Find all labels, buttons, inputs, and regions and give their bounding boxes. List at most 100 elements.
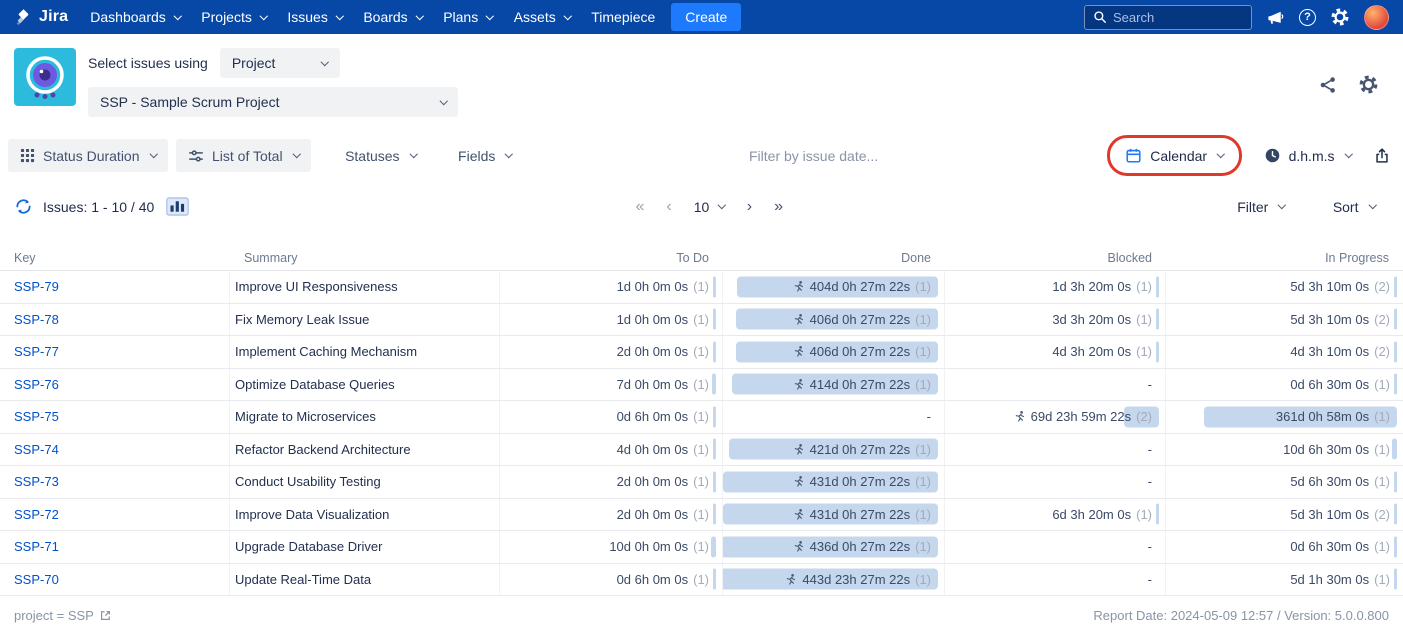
nav-projects[interactable]: Projects [201, 9, 268, 25]
nav-dashboards[interactable]: Dashboards [90, 9, 182, 25]
duration-cell-blocked: - [945, 466, 1166, 498]
issue-key-link[interactable]: SSP-70 [14, 572, 59, 587]
status-count: (1) [915, 279, 931, 295]
duration-value: 2d 0h 0m 0s (1) [616, 474, 709, 490]
filter-button[interactable]: Filter [1229, 190, 1293, 223]
table-row: SSP-77 Implement Caching Mechanism 2d 0h 0… [0, 336, 1403, 369]
sort-button[interactable]: Sort [1325, 190, 1383, 223]
issue-key-link[interactable]: SSP-73 [14, 474, 59, 489]
settings-icon[interactable] [1330, 7, 1350, 27]
search-box[interactable] [1084, 4, 1252, 30]
create-button[interactable]: Create [671, 3, 742, 31]
nav-assets[interactable]: Assets [514, 9, 572, 25]
issue-key-link[interactable]: SSP-78 [14, 312, 59, 327]
issue-key-link[interactable]: SSP-77 [14, 344, 59, 359]
duration-cell-done: 406d 0h 27m 22s (1) [723, 336, 945, 368]
time-format-button[interactable]: d.h.m.s [1256, 139, 1359, 172]
issue-date-filter[interactable]: Filter by issue date... [520, 148, 1107, 164]
duration-cell-in_progress: 5d 3h 10m 0s (2) [1166, 271, 1403, 303]
status-count: (1) [1136, 506, 1152, 522]
last-page-button[interactable]: » [774, 198, 783, 215]
next-page-button[interactable]: › [747, 198, 752, 215]
first-page-button[interactable]: « [635, 198, 644, 215]
fields-button[interactable]: Fields [450, 139, 520, 172]
jql-query-link[interactable]: project = SSP [14, 608, 112, 623]
calendar-button[interactable]: Calendar [1117, 139, 1231, 172]
page-size-select[interactable]: 10 [694, 199, 726, 215]
toolbar: Status Duration List of Total Statuses F… [0, 133, 1403, 178]
issue-key-link[interactable]: SSP-76 [14, 377, 59, 392]
brand-text: Jira [39, 8, 69, 25]
status-count: (1) [693, 279, 709, 295]
chevron-down-icon [335, 11, 344, 20]
share-icon[interactable] [1318, 74, 1338, 95]
duration-value: 2d 0h 0m 0s (1) [616, 506, 709, 522]
column-header-key: Key [14, 250, 36, 265]
chevron-down-icon [409, 150, 418, 158]
annotation-red-circle: Calendar [1107, 135, 1242, 176]
issue-key-link[interactable]: SSP-72 [14, 507, 59, 522]
search-input[interactable] [1113, 9, 1243, 25]
duration-cell-blocked: - [945, 368, 1166, 400]
app-header: Select issues using Project SSP - Sample… [0, 34, 1403, 133]
running-status-icon [794, 443, 803, 455]
chevron-down-icon [439, 96, 448, 105]
issues-count-label: Issues: 1 - 10 / 40 [43, 198, 155, 215]
nav-timepiece[interactable]: Timepiece [591, 9, 655, 25]
clock-icon [1264, 147, 1281, 164]
issue-summary: Update Real-Time Data [230, 563, 500, 595]
status-count: (2) [1374, 311, 1390, 327]
issue-source-select[interactable]: Project [219, 48, 340, 78]
nav-boards[interactable]: Boards [363, 9, 424, 25]
duration-value: 414d 0h 27m 22s (1) [792, 377, 944, 392]
duration-cell-blocked: 3d 3h 20m 0s (1) [945, 303, 1166, 335]
chart-view-icon[interactable] [166, 197, 189, 216]
statuses-button[interactable]: Statuses [337, 139, 424, 172]
nav-plans[interactable]: Plans [443, 9, 494, 25]
issue-key-link[interactable]: SSP-71 [14, 539, 59, 554]
nav-issues[interactable]: Issues [287, 9, 344, 25]
duration-value: 443d 23h 27m 22s (1) [784, 572, 944, 587]
duration-value: 421d 0h 27m 22s (1) [792, 442, 944, 457]
status-count: (1) [915, 344, 931, 360]
refresh-icon[interactable] [14, 197, 33, 216]
project-select[interactable]: SSP - Sample Scrum Project [88, 87, 458, 117]
table-body: SSP-79 Improve UI Responsiveness 1d 0h 0m … [0, 271, 1403, 596]
jira-logo[interactable]: Jira [14, 8, 68, 27]
running-status-icon [794, 476, 803, 487]
duration-value: 1d 0h 0m 0s (1) [616, 311, 709, 327]
running-status-icon [794, 508, 803, 520]
issue-key-link[interactable]: SSP-74 [14, 442, 59, 457]
duration-cell-done: 414d 0h 27m 22s (1) [723, 368, 945, 400]
page-settings-gear-icon[interactable] [1358, 74, 1379, 95]
chevron-down-icon [486, 11, 494, 20]
table-row: SSP-70 Update Real-Time Data 0d 6h 0m 0s (1… [0, 563, 1403, 596]
user-avatar[interactable] [1364, 4, 1389, 30]
status-count: (2) [1374, 344, 1390, 360]
issue-key-link[interactable]: SSP-79 [14, 279, 59, 294]
status-count: (1) [1374, 376, 1390, 392]
help-icon[interactable]: ? [1299, 8, 1316, 26]
export-icon[interactable] [1373, 147, 1391, 165]
status-count: (1) [915, 474, 931, 490]
table-row: SSP-79 Improve UI Responsiveness 1d 0h 0m … [0, 271, 1403, 304]
page-footer: project = SSP Report Date: 2024-05-09 12… [0, 596, 1403, 635]
announcements-icon[interactable] [1266, 8, 1285, 27]
table-header: Key Summary To Do Done Blocked In Progre… [0, 245, 1403, 271]
status-count: (1) [693, 506, 709, 522]
chevron-down-icon [1344, 150, 1353, 158]
issue-summary: Fix Memory Leak Issue [230, 303, 500, 335]
status-count: (1) [1136, 344, 1152, 360]
list-type-button[interactable]: List of Total [176, 139, 312, 172]
status-count: (1) [693, 539, 709, 555]
status-count: (1) [1136, 279, 1152, 295]
table-row: SSP-75 Migrate to Microservices 0d 6h 0m 0… [0, 401, 1403, 434]
duration-cell-done: - [723, 401, 945, 433]
status-count: (1) [915, 311, 931, 327]
top-navbar: Jira Dashboards Projects Issues Boards P… [0, 0, 1403, 34]
issue-key-link[interactable]: SSP-75 [14, 409, 59, 424]
report-type-button[interactable]: Status Duration [8, 139, 168, 172]
prev-page-button[interactable]: ‹ [666, 198, 671, 215]
duration-value: 4d 3h 20m 0s (1) [1052, 344, 1152, 360]
status-count: (1) [915, 441, 931, 457]
